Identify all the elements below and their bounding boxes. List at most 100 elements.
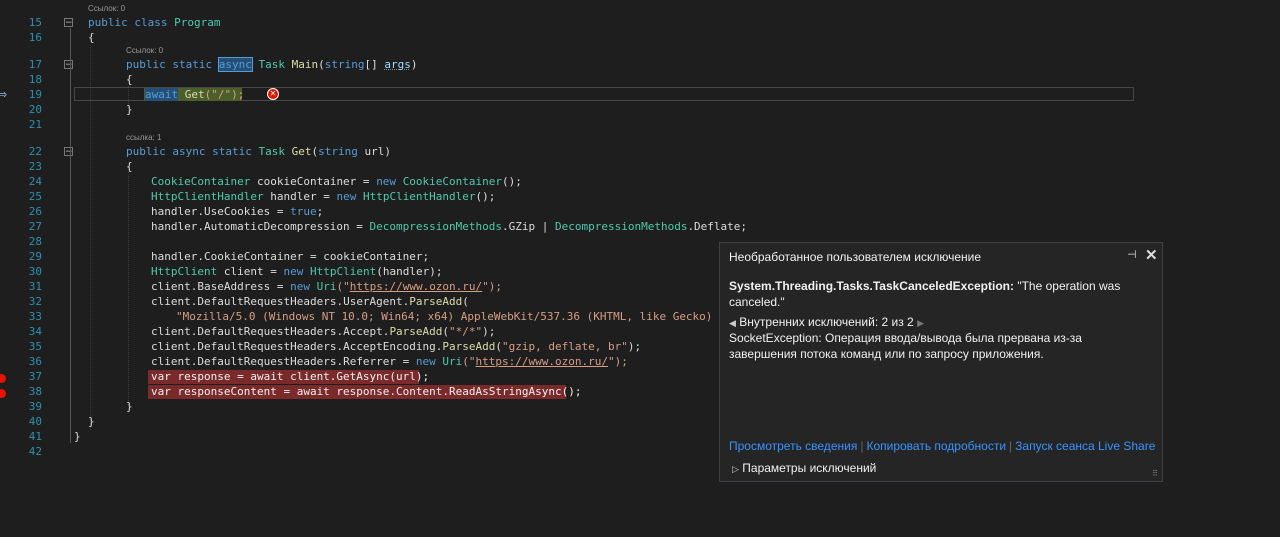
code-line-31[interactable]: client.BaseAddress = new Uri("https://ww…: [151, 279, 502, 294]
code-line-18[interactable]: {: [126, 72, 133, 87]
string-literal: (": [336, 280, 350, 293]
code-line-24[interactable]: CookieContainer cookieContainer = new Co…: [151, 174, 522, 189]
line-number: 20: [28, 103, 42, 116]
type-name: HttpClient: [309, 265, 377, 278]
code-line-33[interactable]: "Mozilla/5.0 (Windows NT 10.0; Win64; x6…: [176, 309, 719, 324]
keyword: class: [134, 16, 168, 29]
code-line-29[interactable]: handler.CookieContainer = cookieContaine…: [151, 249, 429, 264]
code-line-32[interactable]: client.DefaultRequestHeaders.UserAgent.P…: [151, 294, 469, 309]
code-line-38[interactable]: var responseContent = await response.Con…: [151, 384, 581, 399]
line-number: 30: [28, 265, 42, 278]
parameter: args: [384, 58, 411, 71]
keyword: string: [318, 145, 358, 158]
parameter: url): [357, 145, 391, 158]
line-number: 24: [28, 175, 42, 188]
view-details-link[interactable]: Просмотреть сведения: [729, 439, 857, 453]
line-number: 34: [28, 325, 42, 338]
line-number: 40: [28, 415, 42, 428]
punct: ();: [502, 175, 522, 188]
exception-type: System.Threading.Tasks.TaskCanceledExcep…: [729, 279, 1014, 293]
line-number: 32: [28, 295, 42, 308]
string-literal: ");: [608, 355, 628, 368]
line-number: 39: [28, 400, 42, 413]
code-line-15[interactable]: public class Program: [88, 15, 220, 30]
member: .DefaultRequestHeaders.AcceptEncoding.: [190, 340, 443, 353]
member: .CookieContainer =: [197, 250, 324, 263]
next-inner-icon[interactable]: ▶: [917, 318, 924, 328]
code-line-36[interactable]: client.DefaultRequestHeaders.Referrer = …: [151, 354, 628, 369]
type-name: CookieContainer: [402, 175, 503, 188]
code-line-25[interactable]: HttpClientHandler handler = new HttpClie…: [151, 189, 495, 204]
exception-settings-toggle[interactable]: ▷ Параметры исключений: [732, 461, 876, 475]
string-literal: "Mozilla/5.0 (Windows NT 10.0; Win64; x6…: [176, 310, 719, 323]
line-number: 28: [28, 235, 42, 248]
code-line-22[interactable]: public async static Task Get(string url): [126, 144, 391, 159]
keyword: true: [290, 205, 317, 218]
punct: ;: [316, 205, 324, 218]
code-line-23[interactable]: {: [126, 159, 133, 174]
code-line-35[interactable]: client.DefaultRequestHeaders.AcceptEncod…: [151, 339, 641, 354]
method-name: ParseAdd: [409, 295, 463, 308]
code-lens-references[interactable]: Ссылок: 0: [88, 4, 125, 13]
execution-pointer-icon: ⇨: [0, 88, 8, 101]
exception-icon[interactable]: ✕: [267, 88, 279, 100]
line-number: 22: [28, 145, 42, 158]
local-variable: client: [151, 340, 191, 353]
close-icon[interactable]: ✕: [1145, 246, 1158, 264]
line-number: 21: [28, 118, 42, 131]
resize-grip-icon[interactable]: ⠿: [1152, 469, 1158, 478]
code-lens-references[interactable]: Ссылок: 0: [126, 46, 163, 55]
local-variable: cookieContainer: [323, 250, 423, 263]
collapse-icon[interactable]: −: [64, 18, 73, 28]
copy-details-link[interactable]: Копировать подробности: [866, 439, 1006, 453]
local-variable: client: [151, 355, 191, 368]
code-line-16[interactable]: {: [88, 30, 95, 45]
type-name: HttpClientHandler: [151, 190, 264, 203]
indent-guide: [128, 172, 129, 407]
method-name: ParseAdd: [442, 340, 496, 353]
method-name: Get: [291, 145, 312, 158]
keyword: static: [172, 58, 213, 71]
string-literal: ");: [482, 280, 503, 293]
url-link[interactable]: https://www.ozon.ru/: [476, 355, 608, 368]
code-lens-references[interactable]: ссылка: 1: [126, 133, 161, 142]
code-line-37[interactable]: var response = await client.GetAsync(url…: [151, 369, 429, 384]
type-name: Task: [258, 58, 286, 71]
punct: );: [482, 325, 496, 338]
code-line-17[interactable]: public static async Task Main(string[] a…: [126, 57, 418, 72]
code-line-20[interactable]: }: [126, 102, 133, 117]
local-variable: handler: [151, 205, 198, 218]
panel-links: Просмотреть сведения | Копировать подробно…: [729, 439, 1156, 453]
pin-icon[interactable]: ⊣: [1127, 248, 1137, 261]
string-literal: ("/");: [204, 88, 245, 101]
type-name: Program: [174, 16, 221, 29]
code-line-40[interactable]: }: [88, 414, 95, 429]
prev-inner-icon[interactable]: ◀: [729, 318, 736, 328]
member: .DefaultRequestHeaders.UserAgent.: [190, 295, 410, 308]
code-line-34[interactable]: client.DefaultRequestHeaders.Accept.Pars…: [151, 324, 495, 339]
line-number: 17: [28, 58, 42, 71]
code-line-30[interactable]: HttpClient client = new HttpClient(handl…: [151, 264, 442, 279]
keyword: public: [126, 58, 166, 71]
line-number: 38: [28, 385, 42, 398]
url-link[interactable]: https://www.ozon.ru/: [350, 280, 482, 293]
keyword: string: [324, 58, 365, 71]
line-number: 16: [28, 31, 42, 44]
live-share-link[interactable]: Запуск сеанса Live Share: [1015, 439, 1155, 453]
code-line-19[interactable]: await Get("/");: [145, 87, 244, 102]
code-line-39[interactable]: }: [126, 399, 133, 414]
method-name: Main: [291, 58, 319, 71]
line-number: 27: [28, 220, 42, 233]
local-variable: client: [151, 325, 191, 338]
panel-title: Необработанное пользователем исключение: [729, 250, 981, 264]
punct: ;: [422, 250, 430, 263]
string-literal: (": [462, 355, 476, 368]
type-name: CookieContainer: [151, 175, 251, 188]
exception-settings-label: Параметры исключений: [742, 461, 877, 475]
panel-header[interactable]: Необработанное пользователем исключение …: [720, 243, 1162, 269]
code-line-27[interactable]: handler.AutomaticDecompression = Decompr…: [151, 219, 747, 234]
type-name: DecompressionMethods: [369, 220, 502, 233]
punct: ): [410, 58, 418, 71]
code-line-26[interactable]: handler.UseCookies = true;: [151, 204, 323, 219]
code-line-41[interactable]: }: [74, 429, 81, 444]
